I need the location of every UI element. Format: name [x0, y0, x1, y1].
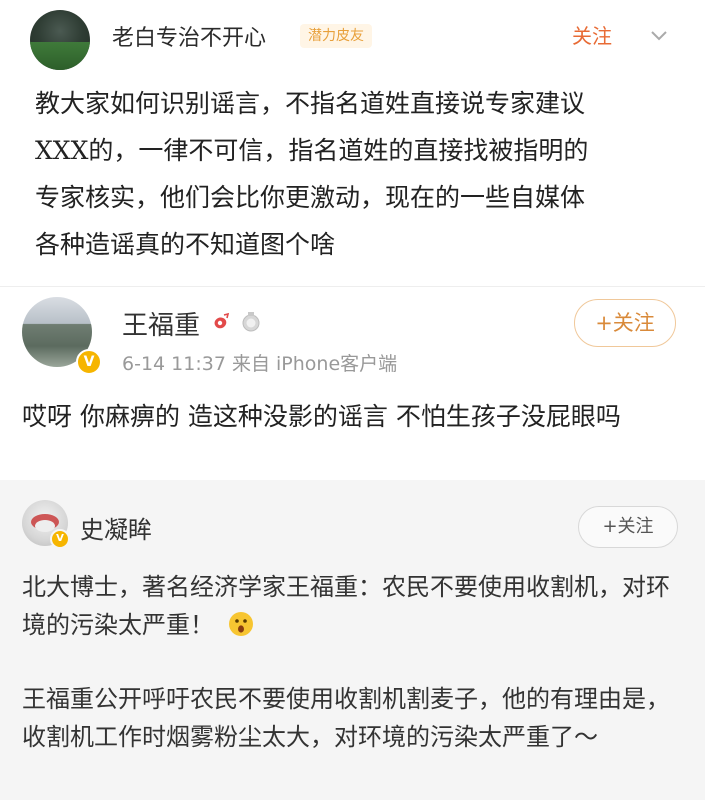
medal-icon [242, 312, 260, 332]
post-meta: 6-14 11:37 来自 iPhone客户端 [122, 353, 398, 375]
post-text: 教大家如何识别谣言，不指名道姓直接说专家建议 XXX的，一律不可信，指名道姓的直… [35, 89, 589, 259]
username[interactable]: 老白专治不开心 [112, 20, 266, 52]
follow-button[interactable]: 关注 [572, 20, 612, 49]
user-badge: 潜力皮友 [300, 24, 372, 48]
chevron-down-icon[interactable] [648, 24, 670, 46]
avatar[interactable] [30, 10, 90, 70]
post-text: 哎呀 你麻痹的 造这种没影的谣言 不怕生孩子没屁眼吗 [22, 402, 621, 431]
paragraph-text: 北大博士，著名经济学家王福重：农民不要使用收割机，对环境的污染太严重！ [22, 573, 670, 639]
follow-button[interactable]: +关注 [578, 506, 678, 548]
follow-button[interactable]: +关注 [574, 299, 676, 347]
weibo-badge-icon [214, 312, 230, 329]
post-card-2: V 王福重 6-14 11:37 来自 iPhone客户端 +关注 哎呀 你麻痹… [0, 286, 705, 481]
repost-card: V 史凝眸 +关注 北大博士，著名经济学家王福重：农民不要使用收割机，对环境的污… [0, 480, 705, 800]
username[interactable]: 王福重 [122, 305, 200, 342]
verified-icon: V [50, 529, 70, 549]
surprised-emoji-icon [228, 612, 253, 636]
post-card-1: 老白专治不开心 潜力皮友 关注 教大家如何识别谣言，不指名道姓直接说专家建议 X… [0, 0, 705, 286]
repost-text-paragraph: 北大博士，著名经济学家王福重：农民不要使用收割机，对环境的污染太严重！ [22, 568, 682, 644]
verified-icon: V [76, 349, 102, 375]
repost-text-paragraph: 王福重公开呼吁农民不要使用收割机割麦子，他的有理由是，收割机工作时烟雾粉尘太大，… [22, 685, 670, 751]
username[interactable]: 史凝眸 [80, 510, 152, 545]
